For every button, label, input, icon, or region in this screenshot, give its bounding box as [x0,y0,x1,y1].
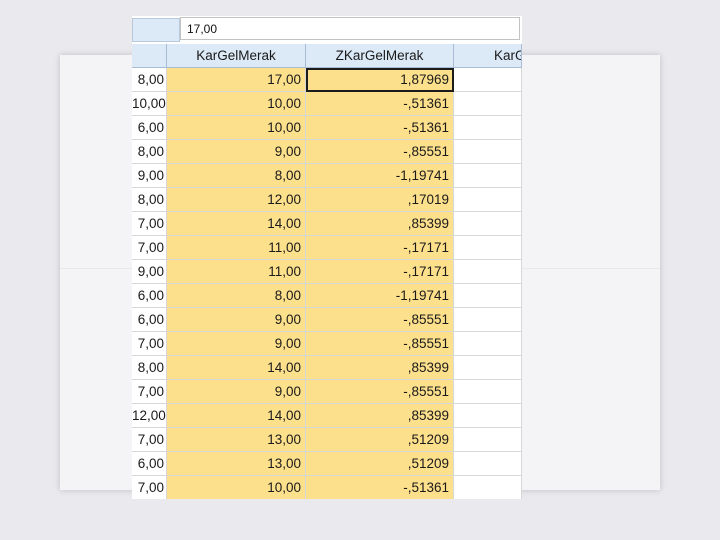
zkargelmerak-cell[interactable]: -,85551 [306,332,454,356]
column-header-zkargelmerak[interactable]: ZKarGelMerak [306,44,454,68]
prev-column-cell[interactable]: 7,00 [132,236,167,260]
next-column-cell[interactable] [454,260,522,284]
prev-column-cell[interactable]: 7,00 [132,212,167,236]
zkargelmerak-cell[interactable]: ,51209 [306,452,454,476]
kargelmerak-cell[interactable]: 13,00 [167,428,306,452]
prev-column-cell[interactable]: 7,00 [132,476,167,499]
kargelmerak-cell[interactable]: 9,00 [167,140,306,164]
prev-column-cell[interactable]: 9,00 [132,260,167,284]
next-column-cell[interactable] [454,164,522,188]
prev-column-cell[interactable]: 12,00 [132,404,167,428]
kargelmerak-cell[interactable]: 8,00 [167,164,306,188]
next-column-cell[interactable] [454,404,522,428]
cell-edit-bar: 17,00 [132,16,522,42]
kargelmerak-cell[interactable]: 14,00 [167,404,306,428]
kargelmerak-cell[interactable]: 8,00 [167,284,306,308]
column-header-next[interactable]: KarG [454,44,522,68]
prev-column-cell[interactable]: 7,00 [132,428,167,452]
zkargelmerak-cell[interactable]: -1,19741 [306,284,454,308]
prev-column-cell[interactable]: 7,00 [132,380,167,404]
kargelmerak-cell[interactable]: 10,00 [167,92,306,116]
zkargelmerak-cell[interactable]: -1,19741 [306,164,454,188]
next-column-cell[interactable] [454,308,522,332]
kargelmerak-cell[interactable]: 17,00 [167,68,306,92]
next-column-cell[interactable] [454,68,522,92]
prev-column-cell[interactable]: 6,00 [132,452,167,476]
prev-column-cell[interactable]: 7,00 [132,332,167,356]
prev-column-cell[interactable]: 8,00 [132,140,167,164]
kargelmerak-cell[interactable]: 14,00 [167,212,306,236]
kargelmerak-cell[interactable]: 10,00 [167,476,306,499]
next-column-cell[interactable] [454,92,522,116]
kargelmerak-cell[interactable]: 11,00 [167,260,306,284]
prev-column-cell[interactable]: 10,00 [132,92,167,116]
kargelmerak-cell[interactable]: 12,00 [167,188,306,212]
next-column-cell[interactable] [454,476,522,499]
next-column-cell[interactable] [454,212,522,236]
prev-column-cell[interactable]: 6,00 [132,308,167,332]
prev-column-cell[interactable]: 8,00 [132,68,167,92]
kargelmerak-cell[interactable]: 9,00 [167,308,306,332]
next-column-cell[interactable] [454,116,522,140]
zkargelmerak-cell[interactable]: -,51361 [306,92,454,116]
column-header-kargelmerak[interactable]: KarGelMerak [167,44,306,68]
prev-column-cell[interactable]: 6,00 [132,284,167,308]
zkargelmerak-cell[interactable]: -,17171 [306,260,454,284]
prev-column-cell[interactable]: 9,00 [132,164,167,188]
zkargelmerak-cell[interactable]: -,51361 [306,476,454,499]
spss-data-editor-screenshot: 17,00 KarGelMerak ZKarGelMerak KarG 8,00… [132,16,522,499]
next-column-cell[interactable] [454,452,522,476]
zkargelmerak-cell[interactable]: ,85399 [306,404,454,428]
kargelmerak-cell[interactable]: 9,00 [167,332,306,356]
column-header-prev[interactable] [132,44,167,68]
next-column-cell[interactable] [454,236,522,260]
zkargelmerak-cell[interactable]: -,51361 [306,116,454,140]
prev-column-cell[interactable]: 6,00 [132,116,167,140]
kargelmerak-cell[interactable]: 9,00 [167,380,306,404]
next-column-cell[interactable] [454,332,522,356]
kargelmerak-cell[interactable]: 11,00 [167,236,306,260]
next-column-cell[interactable] [454,140,522,164]
cell-value-field[interactable]: 17,00 [180,17,520,40]
kargelmerak-cell[interactable]: 10,00 [167,116,306,140]
prev-column-cell[interactable]: 8,00 [132,356,167,380]
zkargelmerak-cell[interactable]: -,17171 [306,236,454,260]
zkargelmerak-cell[interactable]: ,85399 [306,212,454,236]
next-column-cell[interactable] [454,428,522,452]
zkargelmerak-cell[interactable]: 1,87969 [306,68,454,92]
next-column-cell[interactable] [454,188,522,212]
next-column-cell[interactable] [454,380,522,404]
zkargelmerak-cell[interactable]: -,85551 [306,380,454,404]
cell-reference-box[interactable] [132,18,180,42]
next-column-cell[interactable] [454,356,522,380]
next-column-cell[interactable] [454,284,522,308]
prev-column-cell[interactable]: 8,00 [132,188,167,212]
zkargelmerak-cell[interactable]: ,51209 [306,428,454,452]
zkargelmerak-cell[interactable]: -,85551 [306,140,454,164]
zkargelmerak-cell[interactable]: ,17019 [306,188,454,212]
zkargelmerak-cell[interactable]: ,85399 [306,356,454,380]
kargelmerak-cell[interactable]: 14,00 [167,356,306,380]
zkargelmerak-cell[interactable]: -,85551 [306,308,454,332]
kargelmerak-cell[interactable]: 13,00 [167,452,306,476]
